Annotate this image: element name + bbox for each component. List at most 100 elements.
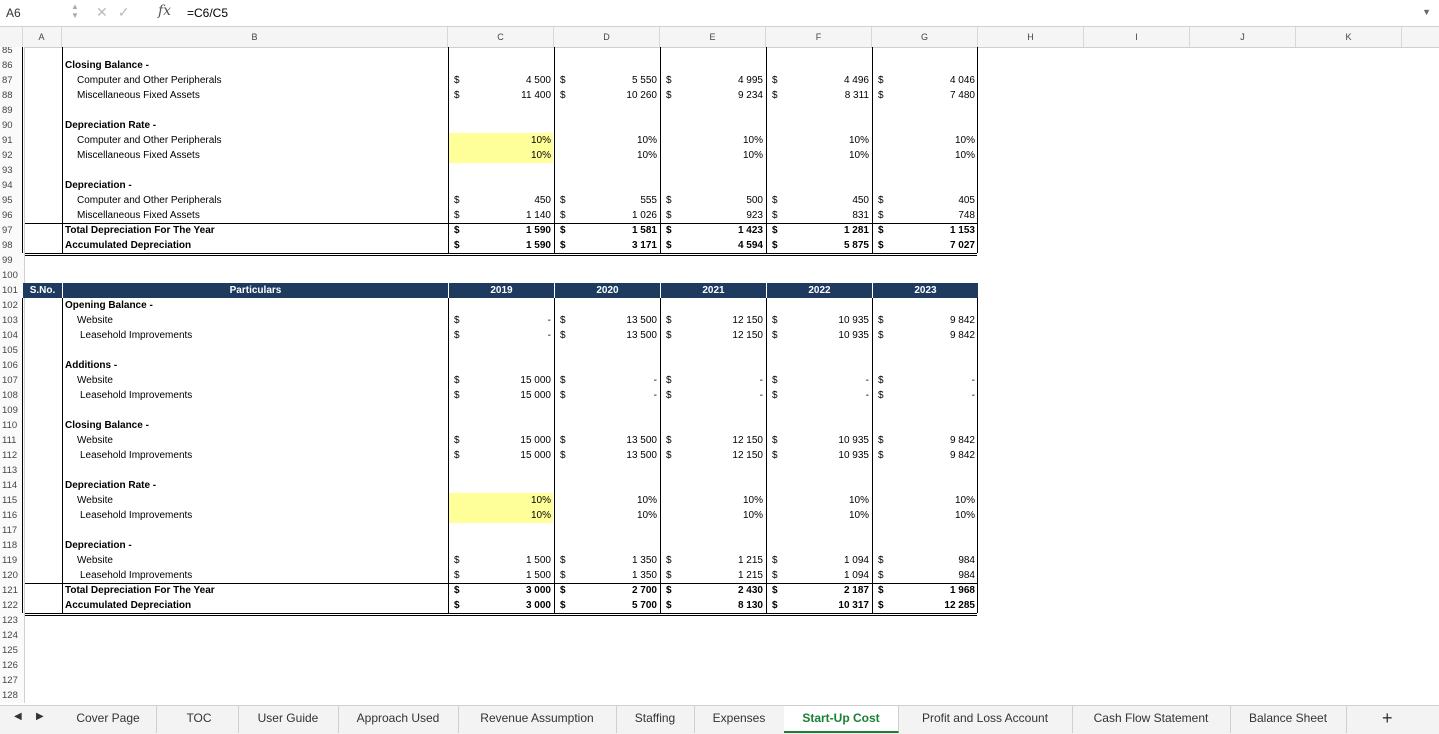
chevron-down-icon[interactable]: ▼ — [1422, 7, 1431, 17]
row-label[interactable]: Leasehold Improvements — [65, 328, 460, 343]
sheet-tab-profit-and-loss-account[interactable]: Profit and Loss Account — [898, 706, 1073, 733]
value-cell[interactable]: 10% — [448, 493, 553, 508]
value-cell[interactable]: 2 700 — [577, 583, 657, 598]
value-cell[interactable]: 12 150 — [683, 433, 763, 448]
column-header-G[interactable]: G — [872, 27, 978, 47]
value-cell[interactable]: 12 150 — [683, 448, 763, 463]
column-header-J[interactable]: J — [1190, 27, 1296, 47]
value-cell[interactable]: 1 968 — [895, 583, 975, 598]
value-cell[interactable]: 3 000 — [471, 583, 551, 598]
header-particulars[interactable]: Particulars — [63, 283, 448, 298]
value-cell[interactable]: 984 — [895, 553, 975, 568]
value-cell[interactable]: 1 423 — [683, 223, 763, 238]
value-cell[interactable]: 8 130 — [683, 598, 763, 613]
sheet-tab-staffing[interactable]: Staffing — [616, 706, 695, 733]
header-year[interactable]: 2020 — [555, 283, 660, 298]
row-label[interactable]: Miscellaneous Fixed Assets — [65, 208, 457, 223]
column-header-C[interactable]: C — [448, 27, 554, 47]
cancel-confirm-icons[interactable]: ✕✓ — [96, 4, 139, 21]
value-cell[interactable]: 405 — [895, 193, 975, 208]
row-label[interactable]: Website — [65, 493, 457, 508]
value-cell[interactable]: 4 500 — [471, 73, 551, 88]
value-cell[interactable]: 748 — [895, 208, 975, 223]
value-cell[interactable]: - — [895, 388, 975, 403]
value-cell[interactable]: 1 140 — [471, 208, 551, 223]
column-header-E[interactable]: E — [660, 27, 766, 47]
value-cell[interactable]: 10% — [789, 508, 869, 523]
value-cell[interactable]: 4 496 — [789, 73, 869, 88]
value-cell[interactable]: 5 550 — [577, 73, 657, 88]
row-number[interactable]: 124 — [0, 628, 25, 643]
value-cell[interactable]: 923 — [683, 208, 763, 223]
sheet-tab-revenue-assumption[interactable]: Revenue Assumption — [458, 706, 617, 733]
add-sheet-icon[interactable]: + — [1382, 708, 1393, 729]
value-cell[interactable]: 9 842 — [895, 433, 975, 448]
sheet-tab-balance-sheet[interactable]: Balance Sheet — [1230, 706, 1347, 733]
sheet-tab-user-guide[interactable]: User Guide — [238, 706, 339, 733]
value-cell[interactable]: - — [789, 373, 869, 388]
row-label[interactable]: Website — [65, 433, 457, 448]
value-cell[interactable]: 1 581 — [577, 223, 657, 238]
row-label[interactable]: Opening Balance - — [65, 298, 445, 313]
value-cell[interactable]: 9 234 — [683, 88, 763, 103]
row-label[interactable]: Depreciation - — [65, 538, 445, 553]
value-cell[interactable]: 10% — [683, 133, 763, 148]
value-cell[interactable]: 10 935 — [789, 448, 869, 463]
sheet-tab-toc[interactable]: TOC — [160, 706, 239, 733]
name-box-spinner-icon[interactable]: ▲ ▼ — [70, 2, 80, 22]
value-cell[interactable]: 1 590 — [471, 238, 551, 253]
value-cell[interactable]: - — [683, 388, 763, 403]
value-cell[interactable]: 10% — [683, 493, 763, 508]
column-header-B[interactable]: B — [62, 27, 448, 47]
value-cell[interactable]: 4 594 — [683, 238, 763, 253]
row-label[interactable]: Miscellaneous Fixed Assets — [65, 148, 457, 163]
value-cell[interactable]: 2 430 — [683, 583, 763, 598]
row-label[interactable]: Total Depreciation For The Year — [65, 223, 445, 238]
row-label[interactable]: Accumulated Depreciation — [65, 598, 445, 613]
select-all-corner[interactable] — [0, 27, 23, 47]
value-cell[interactable]: 831 — [789, 208, 869, 223]
row-number[interactable]: 123 — [0, 613, 25, 628]
value-cell[interactable]: 10% — [448, 148, 553, 163]
row-number[interactable]: 101 — [0, 283, 25, 298]
value-cell[interactable]: 10 260 — [577, 88, 657, 103]
value-cell[interactable]: 13 500 — [577, 433, 657, 448]
sheet-grid[interactable]: 85 86 Closing Balance -87 Computer and Othe… — [0, 47, 1439, 705]
row-label[interactable]: Website — [65, 313, 457, 328]
row-label[interactable]: Miscellaneous Fixed Assets — [65, 88, 457, 103]
value-cell[interactable]: 10% — [448, 133, 553, 148]
row-number[interactable]: 100 — [0, 268, 25, 283]
row-label[interactable]: Accumulated Depreciation — [65, 238, 445, 253]
value-cell[interactable]: 5 700 — [577, 598, 657, 613]
value-cell[interactable]: 10% — [683, 148, 763, 163]
header-year[interactable]: 2023 — [873, 283, 978, 298]
value-cell[interactable]: - — [895, 373, 975, 388]
column-header-D[interactable]: D — [554, 27, 660, 47]
value-cell[interactable]: 10% — [895, 493, 975, 508]
value-cell[interactable]: 10 935 — [789, 433, 869, 448]
sheet-tab-cover-page[interactable]: Cover Page — [60, 706, 157, 733]
header-year[interactable]: 2021 — [661, 283, 766, 298]
value-cell[interactable]: 9 842 — [895, 448, 975, 463]
function-icon[interactable]: fx — [158, 3, 171, 19]
value-cell[interactable]: - — [577, 388, 657, 403]
row-label[interactable]: Depreciation - — [65, 178, 445, 193]
value-cell[interactable]: 10% — [448, 508, 553, 523]
value-cell[interactable]: 2 187 — [789, 583, 869, 598]
value-cell[interactable]: 4 046 — [895, 73, 975, 88]
row-number[interactable]: 99 — [0, 253, 25, 268]
value-cell[interactable]: 3 171 — [577, 238, 657, 253]
value-cell[interactable]: 10% — [895, 133, 975, 148]
sheet-tab-expenses[interactable]: Expenses — [694, 706, 785, 733]
value-cell[interactable]: 10% — [577, 493, 657, 508]
value-cell[interactable]: 450 — [471, 193, 551, 208]
value-cell[interactable]: 10% — [895, 148, 975, 163]
row-label[interactable]: Closing Balance - — [65, 58, 445, 73]
value-cell[interactable]: 1 500 — [471, 553, 551, 568]
header-year[interactable]: 2022 — [767, 283, 872, 298]
row-label[interactable]: Additions - — [65, 358, 445, 373]
value-cell[interactable]: 10% — [683, 508, 763, 523]
value-cell[interactable]: 10% — [789, 133, 869, 148]
value-cell[interactable]: 10 935 — [789, 328, 869, 343]
value-cell[interactable]: 1 590 — [471, 223, 551, 238]
